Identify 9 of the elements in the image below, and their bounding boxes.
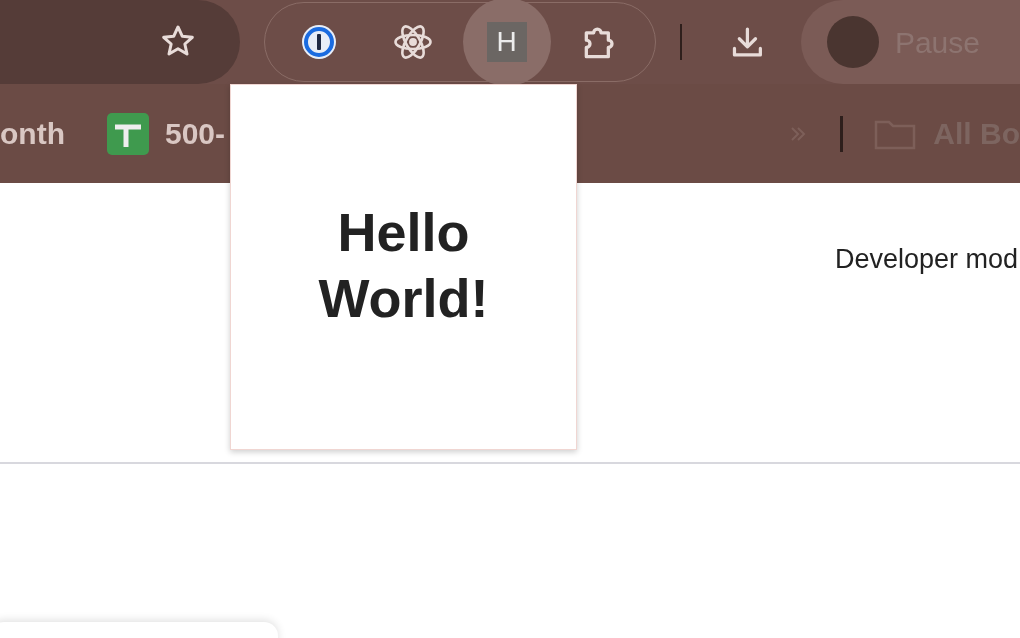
developer-mode-label: Developer mod bbox=[834, 243, 1018, 276]
extension-button[interactable]: H bbox=[462, 0, 551, 86]
spreadsheet-icon bbox=[106, 112, 149, 155]
bookmark-item[interactable]: 500- bbox=[106, 111, 225, 156]
bookmark-item[interactable]: onth bbox=[0, 111, 65, 156]
avatar bbox=[826, 16, 879, 68]
letter-icon: H bbox=[486, 22, 527, 62]
password-manager-icon bbox=[299, 23, 338, 61]
popup-heading: Hello World! bbox=[317, 201, 490, 330]
